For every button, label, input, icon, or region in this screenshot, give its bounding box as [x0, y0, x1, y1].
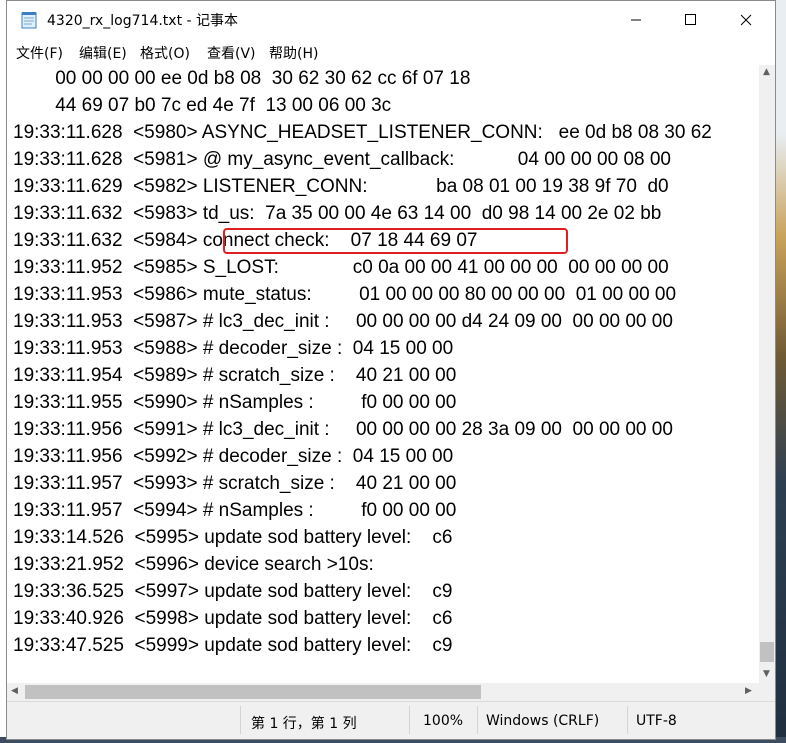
status-separator [409, 706, 410, 734]
highlight-annotation-box [223, 228, 568, 254]
menu-edit[interactable]: 编辑(E) [79, 43, 127, 63]
text-line: 19:33:11.956 <5991> # lc3_dec_init : 00 … [13, 419, 673, 440]
text-line: 19:33:11.628 <5981> @ my_async_event_cal… [13, 149, 671, 170]
text-line: 44 69 07 b0 7c ed 4e 7f 13 00 06 00 3c [13, 95, 392, 116]
text-line: 19:33:11.954 <5989> # scratch_size : 40 … [13, 365, 457, 386]
vertical-scrollbar[interactable]: ▲ ▼ [759, 65, 775, 683]
text-editor-area[interactable]: 00 00 00 00 ee 0d b8 08 30 62 30 62 cc 6… [7, 65, 759, 683]
status-separator [240, 706, 241, 734]
close-icon [740, 14, 752, 26]
minimize-button[interactable] [613, 1, 659, 39]
text-line: 19:33:11.628 <5980> ASYNC_HEADSET_LISTEN… [13, 122, 712, 143]
text-line: 19:33:11.953 <5986> mute_status: 01 00 0… [13, 284, 677, 305]
text-line: 19:33:36.525 <5997> update sod battery l… [13, 581, 453, 602]
text-line: 00 00 00 00 ee 0d b8 08 30 62 30 62 cc 6… [13, 68, 471, 89]
text-line: 19:33:40.926 <5998> update sod battery l… [13, 608, 453, 629]
text-line: 19:33:14.526 <5995> update sod battery l… [13, 527, 453, 548]
notepad-icon [21, 11, 37, 29]
text-line: 19:33:11.632 <5983> td_us: 7a 35 00 00 4… [13, 203, 662, 224]
status-bar: 第 1 行，第 1 列 100% Windows (CRLF) UTF-8 [7, 701, 775, 739]
menu-bar: 文件(F) 编辑(E) 格式(O) 查看(V) 帮助(H) [7, 39, 775, 65]
notepad-window: 4320_rx_log714.txt - 记事本 文件(F) 编辑(E) 格式(… [6, 0, 776, 740]
close-button[interactable] [723, 1, 769, 39]
menu-format[interactable]: 格式(O) [140, 43, 190, 63]
maximize-button[interactable] [667, 1, 713, 39]
scroll-right-icon[interactable]: ▶ [745, 687, 752, 696]
status-separator [477, 706, 478, 734]
status-encoding: UTF-8 [636, 713, 677, 729]
text-line: 19:33:21.952 <5996> device search >10s: [13, 554, 374, 575]
window-title: 4320_rx_log714.txt - 记事本 [47, 13, 239, 29]
title-bar[interactable]: 4320_rx_log714.txt - 记事本 [7, 1, 775, 39]
minimize-icon [631, 19, 641, 21]
vertical-scroll-thumb[interactable] [760, 642, 774, 662]
text-line: 19:33:11.629 <5982> LISTENER_CONN: ba 08… [13, 176, 669, 197]
horizontal-scroll-thumb[interactable] [25, 685, 481, 699]
status-zoom: 100% [423, 713, 464, 729]
scroll-left-icon[interactable]: ◀ [11, 687, 18, 696]
maximize-icon [685, 14, 696, 25]
menu-help[interactable]: 帮助(H) [269, 43, 318, 63]
scroll-corner [759, 683, 775, 701]
text-line: 19:33:11.957 <5993> # scratch_size : 40 … [13, 473, 457, 494]
text-line: 19:33:47.525 <5999> update sod battery l… [13, 635, 453, 656]
text-line: 19:33:11.956 <5992> # decoder_size : 04 … [13, 446, 454, 467]
text-line: 19:33:11.952 <5985> S_LOST: c0 0a 00 00 … [13, 257, 669, 278]
status-cursor-position: 第 1 行，第 1 列 [251, 716, 357, 732]
text-line: 19:33:11.957 <5994> # nSamples : f0 00 0… [13, 500, 457, 521]
menu-view[interactable]: 查看(V) [207, 43, 256, 63]
text-line: 19:33:11.953 <5987> # lc3_dec_init : 00 … [13, 311, 673, 332]
text-line: 19:33:11.955 <5990> # nSamples : f0 00 0… [13, 392, 457, 413]
menu-file[interactable]: 文件(F) [16, 43, 63, 63]
scroll-down-icon[interactable]: ▼ [763, 670, 770, 679]
scroll-up-icon[interactable]: ▲ [763, 68, 770, 77]
text-line: 19:33:11.953 <5988> # decoder_size : 04 … [13, 338, 454, 359]
horizontal-scrollbar[interactable]: ◀ ▶ [7, 683, 759, 701]
status-line-ending: Windows (CRLF) [486, 713, 600, 729]
status-separator [627, 706, 628, 734]
